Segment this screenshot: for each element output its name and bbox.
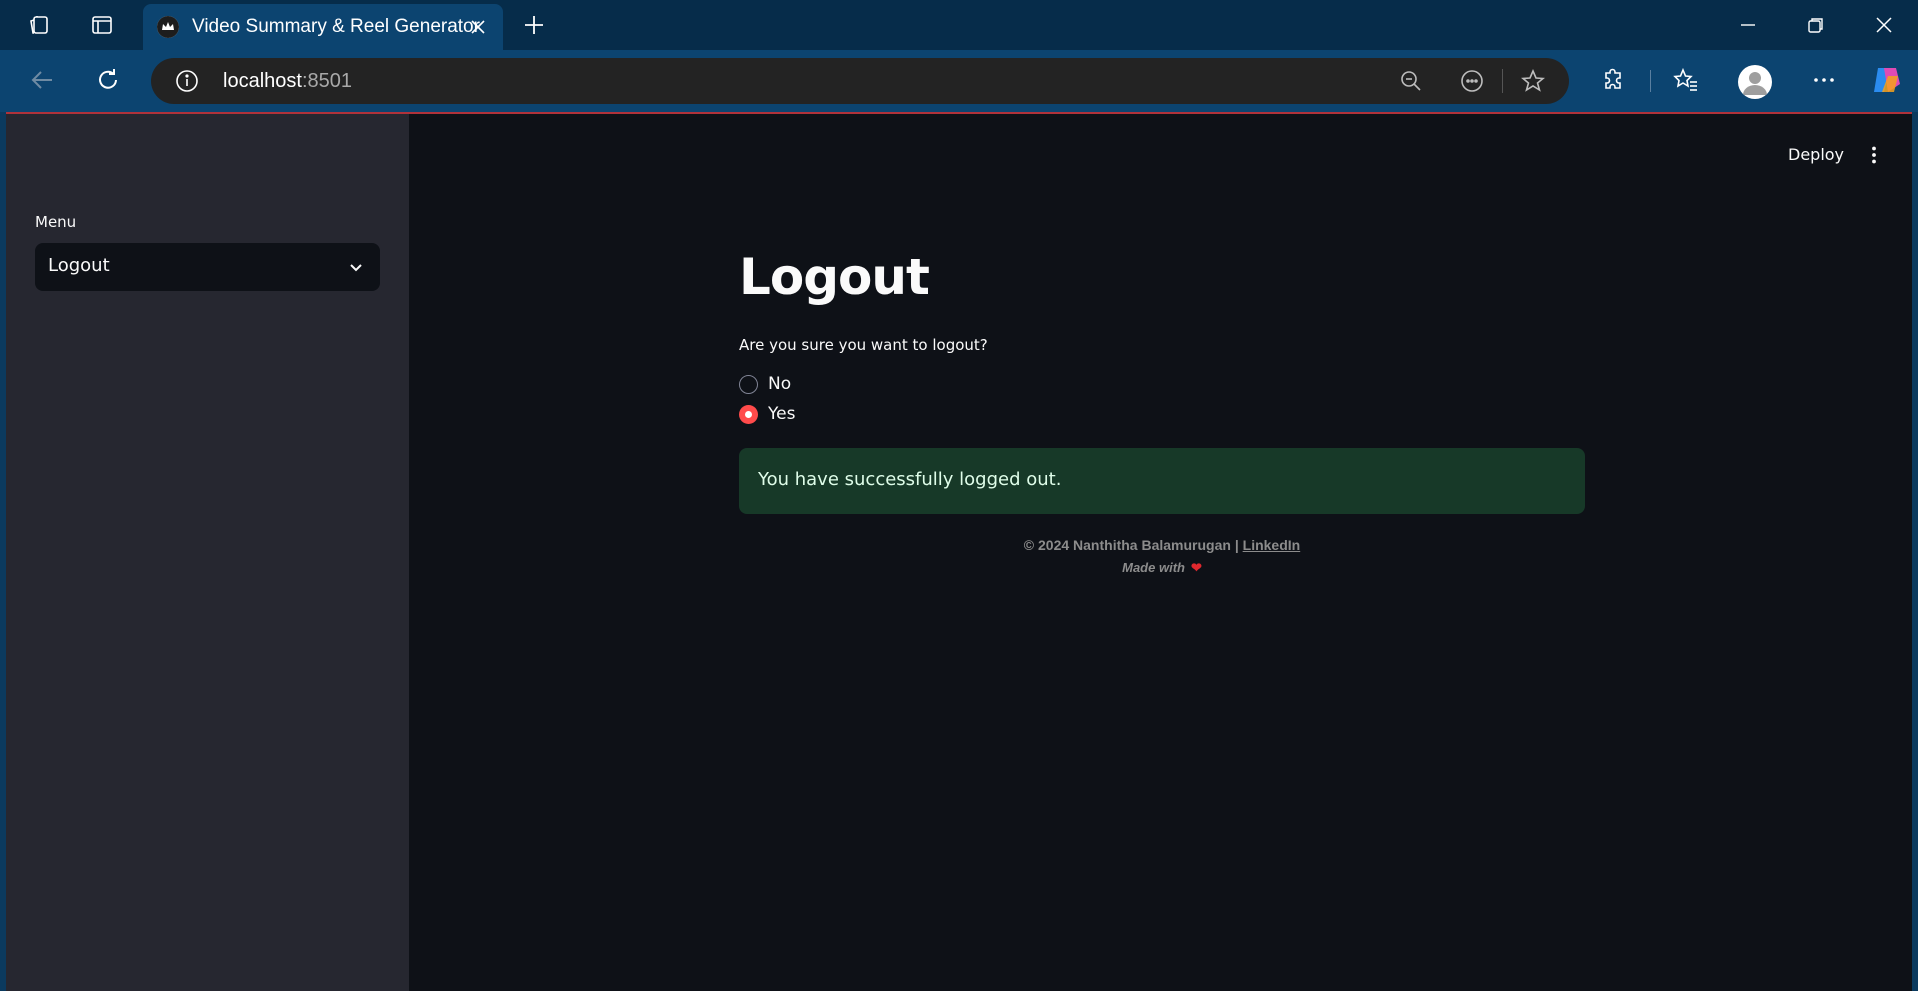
tab-actions-icon[interactable] (89, 12, 115, 38)
star-icon[interactable] (1520, 68, 1546, 94)
deploy-button[interactable]: Deploy (1788, 145, 1844, 164)
info-icon[interactable] (175, 69, 199, 93)
footer-copyright: © 2024 Nanthitha Balamurugan | LinkedIn (409, 537, 1912, 553)
chevron-down-icon (346, 257, 366, 277)
back-icon[interactable] (26, 64, 58, 96)
browser-toolbar: localhost:8501 (0, 50, 1918, 112)
heart-icon: ❤ (1190, 560, 1202, 575)
copilot-icon[interactable] (1870, 64, 1902, 96)
menu-select-value: Logout (48, 255, 110, 276)
url-host: localhost (223, 70, 302, 92)
kebab-icon[interactable] (1861, 142, 1887, 168)
close-icon[interactable] (467, 16, 489, 38)
radio-label-no: No (768, 374, 792, 394)
url-port: :8501 (301, 70, 352, 92)
radio-label-yes: Yes (768, 404, 796, 424)
favorites-icon[interactable] (1670, 64, 1702, 96)
menu-select[interactable]: Logout (35, 243, 380, 291)
workspaces-icon[interactable] (26, 12, 52, 38)
sidebar: Menu Logout (6, 114, 409, 991)
reader-icon[interactable] (1459, 68, 1485, 94)
address-bar[interactable]: localhost:8501 (151, 58, 1569, 104)
tab-title: Video Summary & Reel Generator (192, 16, 480, 37)
radio-option-yes[interactable]: Yes (739, 402, 795, 426)
window-close-icon[interactable] (1869, 10, 1899, 40)
app-page: Menu Logout Deploy Logout Are you sure y… (6, 112, 1912, 991)
more-icon[interactable] (1808, 64, 1840, 96)
radio-button-yes[interactable] (739, 404, 758, 424)
app-favicon-icon (157, 16, 179, 38)
success-alert: You have successfully logged out. (739, 448, 1585, 514)
page-title: Logout (739, 248, 930, 306)
extensions-icon[interactable] (1598, 64, 1630, 96)
new-tab-icon[interactable] (520, 11, 548, 39)
minimize-icon[interactable] (1733, 10, 1763, 40)
main-content: Deploy Logout Are you sure you want to l… (409, 114, 1912, 991)
address-separator (1502, 69, 1503, 93)
restore-icon[interactable] (1801, 10, 1831, 40)
tab-strip: Video Summary & Reel Generator (0, 0, 1918, 50)
linkedin-link[interactable]: LinkedIn (1243, 537, 1301, 553)
radio-button-no[interactable] (739, 374, 758, 394)
radio-option-no[interactable]: No (739, 372, 791, 396)
zoom-out-icon[interactable] (1398, 68, 1424, 94)
footer-made-with: Made with ❤ (409, 560, 1912, 576)
active-tab[interactable]: Video Summary & Reel Generator (143, 4, 503, 50)
profile-icon[interactable] (1738, 65, 1772, 99)
url-text[interactable]: localhost:8501 (223, 70, 352, 93)
logout-question: Are you sure you want to logout? (739, 336, 988, 354)
copyright-text: © 2024 Nanthitha Balamurugan | (1023, 537, 1239, 553)
menu-label: Menu (35, 213, 77, 231)
refresh-icon[interactable] (92, 64, 124, 96)
made-with-text: Made with (1122, 560, 1185, 575)
toolbar-separator (1650, 70, 1651, 92)
success-message: You have successfully logged out. (758, 469, 1062, 490)
